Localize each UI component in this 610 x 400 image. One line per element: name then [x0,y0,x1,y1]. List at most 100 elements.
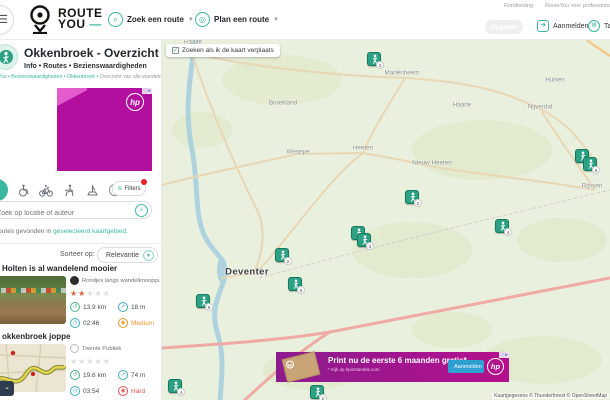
filters-button[interactable]: ≋ Filters [112,181,146,196]
filter-walking-active[interactable] [0,179,8,201]
marker-count-badge: 2 [414,199,422,207]
elevation-icon: ↗ [118,370,128,380]
duration-stat: ◷03:54 [70,386,118,396]
map-label: Hulsen [545,77,565,84]
map-label: Deventer [225,267,269,278]
difficulty-icon: ◉ [118,386,128,396]
login-icon: ➜ [537,20,549,32]
nav-plan-route[interactable]: ◎ Plan een route ▼ [195,12,279,27]
chevron-down-icon: ▼ [143,250,154,261]
routeyou-logo[interactable]: ROUTE YOU — [26,4,103,34]
map-route-marker[interactable]: 4 [495,219,509,233]
search-icon[interactable]: ⌕ [135,204,148,217]
section-tabs[interactable]: Info • Routes • Bezienswaardigheden [24,63,147,70]
map[interactable]: RaalteBroeklandMariënheemHaarleHulsenNij… [162,40,610,400]
menu-button[interactable]: ☰ [0,5,14,35]
filters-icon: ≋ [117,185,122,192]
search-input[interactable] [0,206,125,222]
filter-cycling-icon[interactable] [38,182,54,198]
sidebar: Okkenbroek - Overzicht va... Info • Rout… [0,40,162,400]
sidebar-collapse-button[interactable]: ⌄ [0,381,14,396]
map-route-marker[interactable]: 2 [405,190,419,204]
star-rating: ★★★★★ [70,357,160,366]
search-route-icon: ⌕ [108,12,123,27]
hp-logo: hp [487,358,504,375]
clock-icon: ◷ [70,318,80,328]
map-route-marker[interactable]: 6 [288,277,302,291]
map-route-marker[interactable]: 3 [357,233,371,247]
map-label: Broekland [269,100,297,107]
banner-ad[interactable]: hp Print nu de eerste 6 maanden gratis* … [276,352,509,382]
selected-map-area-link[interactable]: geselecteerd kaartgebied. [53,228,128,235]
divider [0,243,162,244]
link-professionals[interactable]: RouteYou voor professionals [545,3,610,9]
place-icon [0,44,18,70]
upgrade-button[interactable]: Upgrade [485,20,523,34]
header: ☰ ROUTE YOU — ⌕ Zoek een route ▼ ◎ Plan … [0,0,610,40]
breadcrumb[interactable]: RouteYou • Bezienswaardigheden • Okkenbr… [0,74,162,80]
route-title[interactable]: okkenbroek joppe [2,332,70,341]
checkbox-icon[interactable]: ✓ [172,47,179,54]
brand-line2: YOU [58,17,86,31]
marker-count-badge: 3 [376,61,384,69]
elevation-icon: ↗ [118,302,128,312]
nav-search-route[interactable]: ⌕ Zoek een route ▼ [108,12,194,27]
map-label: Rijssen [582,183,603,190]
map-label: Nieuw Heeten [412,160,452,167]
search-box: ⌕ [0,201,152,219]
hp-logo: hp [126,93,144,111]
ad-headline: Print nu de eerste 6 maanden gratis* [328,356,467,365]
results-count-text: routes gevonden in geselecteerd kaartgeb… [0,228,128,235]
route-thumbnail[interactable] [0,276,66,324]
chevron-down-icon: ▼ [273,17,279,23]
distance-stat: ↺13.9 km [70,302,118,312]
star-rating: ★★★★★ [70,289,160,298]
author-name[interactable]: Twente Publiek [82,346,121,352]
chevron-down-icon: ▼ [188,17,194,23]
marker-count-badge: 4 [504,228,512,236]
route-card[interactable]: okkenbroek joppe Twente Publiek ★★★★★ ↺1… [0,332,161,398]
marker-count-badge: 6 [297,286,305,294]
adchoices-icon[interactable]: ⓘ▸ [142,88,152,94]
logo-pin-icon [26,4,54,34]
map-label: Wesepe [287,149,310,156]
map-label: Nijverdal [528,104,553,111]
map-route-marker[interactable]: 5 [583,157,597,171]
duration-stat: ◷02:46 [70,318,118,328]
brand-dash: — [89,17,102,31]
sort-select[interactable]: Relevantie ▼ [97,247,158,263]
marker-count-badge: 2 [284,257,292,265]
distance-icon: ↺ [70,370,80,380]
difficulty-stat: ◉Medium [118,318,160,328]
sort-label: Sorteer op: [60,251,95,258]
map-route-marker[interactable]: 4 [168,379,182,393]
adchoices-icon[interactable]: ⓘ▸ [499,352,509,358]
link-rondleiding[interactable]: Rondleiding [504,3,533,9]
route-card[interactable]: Holten is al wandelend mooier Rondjes la… [0,264,161,330]
map-label: Haarle [453,102,472,109]
ad-cta-button[interactable]: Aanmelden [448,360,484,373]
map-route-marker[interactable]: 2 [310,385,324,399]
map-route-marker[interactable]: 9 [196,294,210,308]
map-route-marker[interactable]: 2 [275,248,289,262]
plan-route-icon: ◎ [195,12,210,27]
distance-stat: ↺19.6 km [70,370,118,380]
map-label: Heeten [353,145,373,152]
filter-motorhome-icon[interactable] [84,182,100,198]
marker-count-badge: 9 [205,303,213,311]
map-attribution[interactable]: Kaartgegevens © Thunderforest © OpenStre… [492,393,609,399]
elevation-stat: ↗74 m [118,370,160,380]
route-title[interactable]: Holten is al wandelend mooier [2,264,117,273]
language-button[interactable]: ⊕ Taal [588,20,610,32]
sidebar-ad[interactable]: hp ⓘ▸ [57,88,152,171]
author-name[interactable]: Rondjes langs wandelknooppu... [82,278,160,284]
filter-horseriding-icon[interactable] [61,182,77,198]
map-route-marker[interactable]: 3 [367,52,381,66]
marker-count-badge: 2 [319,394,327,400]
filters-notification-dot [141,179,147,185]
filter-wheelchair-icon[interactable] [15,182,31,198]
map-base-layer [162,40,610,400]
search-on-move-toggle[interactable]: ✓ Zoeken als ik de kaart verplaats [166,44,280,57]
author-avatar [70,344,79,353]
login-button[interactable]: ➜ Aanmelden [537,20,588,32]
